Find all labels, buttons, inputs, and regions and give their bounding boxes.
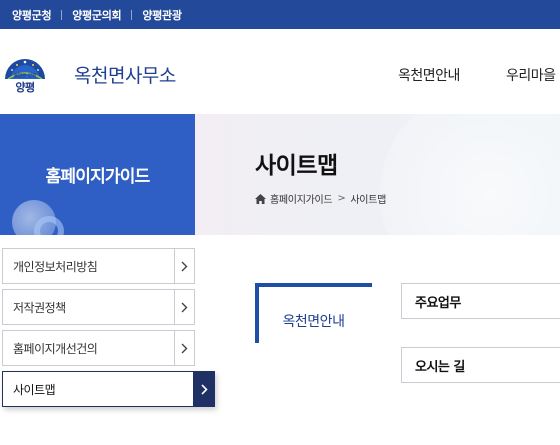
lnb-item-copyright[interactable]: 저작권정책 — [2, 289, 195, 325]
logo[interactable]: 물맑은 양평 양평 — [2, 53, 48, 95]
banner-decoration — [380, 114, 560, 235]
gnb-item-village[interactable]: 우리마을 — [506, 65, 556, 85]
sitemap-link-main-duties[interactable]: 주요업무 — [401, 283, 560, 319]
chevron-right-icon — [174, 249, 194, 283]
lnb-item-privacy[interactable]: 개인정보처리방침 — [2, 248, 195, 284]
logo-text: 양평 — [15, 81, 35, 94]
chevron-right-icon — [174, 331, 194, 365]
lnb-item-suggestion[interactable]: 홈페이지개선건의 — [2, 330, 195, 366]
lnb-item-label: 사이트맵 — [13, 382, 56, 397]
gnb-item-intro[interactable]: 옥천면안내 — [398, 65, 460, 85]
breadcrumb-separator-icon: > — [337, 193, 346, 204]
sitemap-category-title[interactable]: 옥천면안내 — [255, 311, 372, 331]
lnb-item-sitemap[interactable]: 사이트맵 — [2, 371, 215, 407]
breadcrumb-item[interactable]: 홈페이지가이드 — [270, 191, 333, 206]
home-icon[interactable] — [255, 193, 266, 204]
site-title[interactable]: 옥천면사무소 — [74, 61, 176, 88]
breadcrumb-current: 사이트맵 — [350, 195, 387, 206]
lnb-item-label: 저작권정책 — [13, 300, 66, 315]
divider — [61, 9, 63, 20]
link-tourism[interactable]: 양평관광 — [142, 7, 182, 23]
section-title: 홈페이지가이드 — [45, 167, 151, 187]
link-county-council[interactable]: 양평군의회 — [72, 7, 121, 23]
chevron-right-icon — [193, 372, 214, 406]
lnb-item-label: 개인정보처리방침 — [13, 259, 98, 274]
lnb-item-label: 홈페이지개선건의 — [13, 341, 98, 356]
breadcrumb: 홈페이지가이드 > 사이트맵 — [255, 191, 386, 206]
divider — [131, 9, 133, 20]
chevron-right-icon — [174, 290, 194, 324]
section-title-box: 홈페이지가이드 — [0, 114, 195, 235]
page-title: 사이트맵 — [255, 153, 338, 179]
ring-decoration — [34, 216, 64, 235]
link-yangpyeong-county[interactable]: 양평군청 — [12, 7, 52, 23]
site-header: 물맑은 양평 양평 옥천면사무소 옥천면안내 우리마을 — [0, 29, 560, 114]
top-utility-bar: 양평군청 양평군의회 양평관광 — [0, 0, 560, 29]
sitemap-link-directions[interactable]: 오시는 길 — [401, 347, 560, 383]
left-menu: 개인정보처리방침 저작권정책 홈페이지개선건의 사이트맵 — [2, 248, 215, 412]
